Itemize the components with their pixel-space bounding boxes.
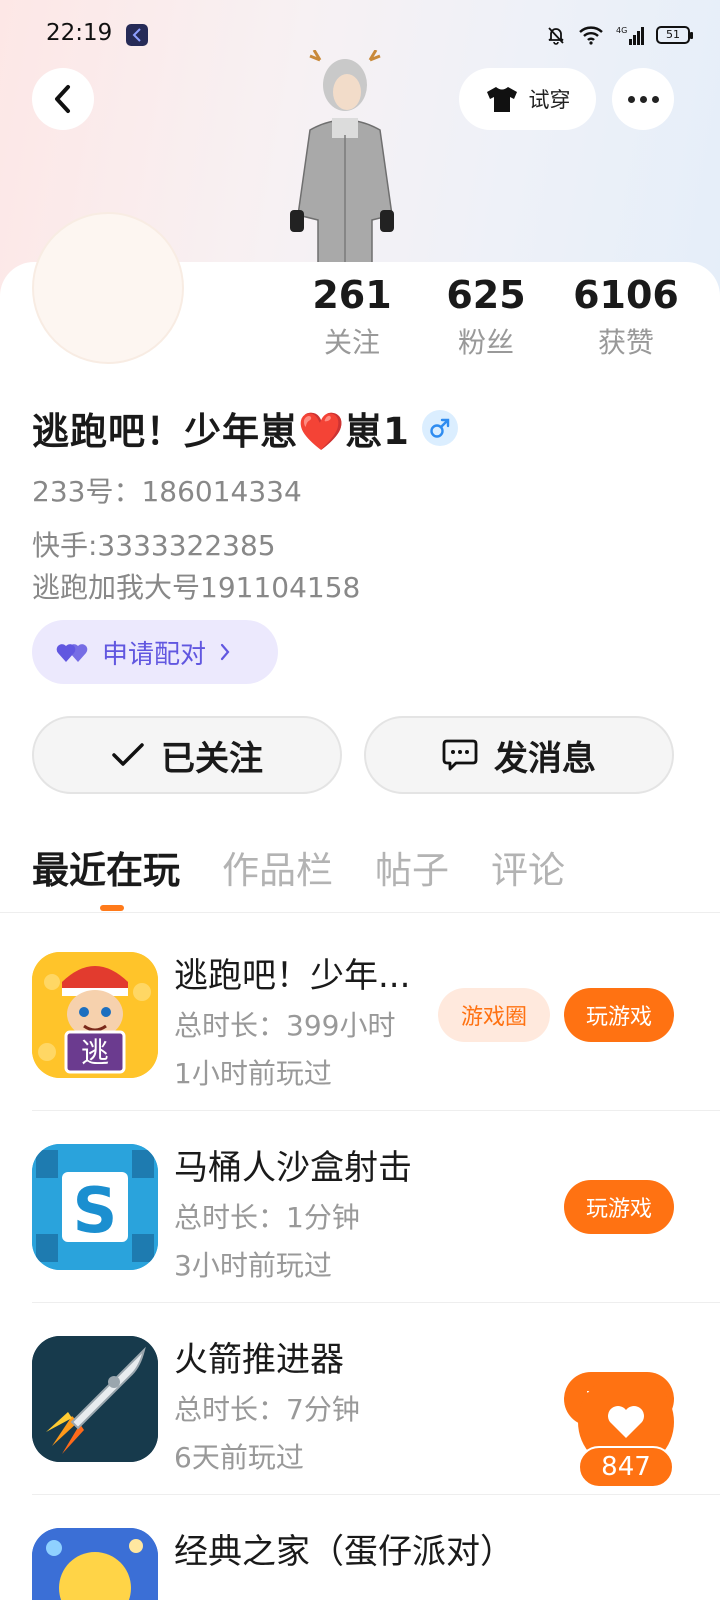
stat-followers[interactable]: 625 粉丝: [426, 272, 546, 360]
tshirt-icon: [486, 87, 517, 112]
svg-text:逃: 逃: [81, 1036, 109, 1069]
stat-value: 625: [446, 273, 526, 317]
play-game-button[interactable]: 玩游戏: [564, 1180, 674, 1234]
male-gender-icon: [421, 410, 458, 446]
stat-label: 关注: [323, 326, 380, 359]
wifi-icon: [578, 25, 604, 45]
following-button[interactable]: 已关注: [32, 716, 342, 794]
list-item[interactable]: S 马桶人沙盒射击 总时长：1分钟 3小时前玩过 玩游戏: [32, 1144, 720, 1336]
request-pair-button[interactable]: 申请配对: [32, 620, 278, 684]
following-label: 已关注: [161, 738, 263, 779]
avatar[interactable]: [32, 212, 184, 364]
signal-4g-icon: 4G: [616, 25, 644, 45]
more-dots-icon: [627, 95, 635, 103]
profile-stats: 261 关注 625 粉丝 6106 获赞: [300, 272, 690, 372]
bio-line: 逃跑加我大号191104158: [32, 571, 361, 604]
try-on-label: 试穿: [528, 88, 571, 112]
mute-bell-icon: [546, 25, 566, 45]
game-last-played: 1小时前玩过: [174, 1057, 332, 1090]
game-title: 逃跑吧！少年...: [174, 956, 411, 996]
name-row: 逃跑吧！少年崽❤️崽1: [32, 400, 458, 456]
divider: [32, 1494, 720, 1495]
game-circle-button[interactable]: 游戏圈: [438, 988, 550, 1042]
play-game-button[interactable]: 玩游戏: [564, 988, 674, 1042]
floating-like-button[interactable]: 847: [578, 1374, 674, 1490]
stat-value: 6106: [573, 273, 679, 317]
game-icon-eggy-party: [32, 1528, 158, 1600]
game-icon-rocket: [32, 1336, 158, 1462]
stat-likes[interactable]: 6106 获赞: [566, 272, 686, 360]
stat-label: 获赞: [597, 326, 654, 359]
tab-posts[interactable]: 帖子: [375, 840, 449, 894]
list-item[interactable]: 逃 逃跑吧！少年... 总时长：399小时 1小时前玩过 游戏圈 玩游戏: [32, 952, 720, 1144]
stat-following[interactable]: 261 关注: [292, 272, 412, 360]
chevron-right-icon: [220, 643, 230, 661]
avatar-3d-character[interactable]: [280, 49, 410, 266]
stat-value: 261: [312, 273, 392, 317]
tab-recently-played[interactable]: 最近在玩: [32, 840, 180, 894]
checkmark-icon: [112, 743, 144, 766]
list-item[interactable]: 经典之家（蛋仔派对）: [32, 1528, 720, 1600]
divider: [32, 1302, 720, 1303]
divider: [0, 912, 720, 913]
send-message-label: 发消息: [494, 738, 596, 779]
svg-text:S: S: [73, 1174, 118, 1247]
app-notification-icon: [126, 24, 148, 46]
back-button[interactable]: [32, 68, 94, 130]
game-icon-escape: 逃: [32, 952, 158, 1078]
profile-tabs: 最近在玩 作品栏 帖子 评论: [32, 840, 565, 894]
double-heart-icon: [56, 644, 88, 662]
game-duration: 总时长：1分钟: [174, 1201, 360, 1234]
request-pair-label: 申请配对: [102, 639, 207, 670]
game-last-played: 6天前玩过: [174, 1441, 304, 1474]
send-message-button[interactable]: 发消息: [364, 716, 674, 794]
game-title: 马桶人沙盒射击: [174, 1148, 412, 1188]
try-on-button[interactable]: 试穿: [459, 68, 596, 130]
stat-label: 粉丝: [457, 326, 514, 359]
game-duration: 总时长：399小时: [174, 1009, 396, 1042]
tab-works[interactable]: 作品栏: [222, 840, 333, 894]
svg-text:4G: 4G: [616, 26, 627, 35]
bio-line: 快手:3333322385: [32, 529, 276, 562]
more-options-button[interactable]: [612, 68, 674, 130]
chat-bubble-icon: [442, 739, 478, 771]
tab-comments[interactable]: 评论: [491, 840, 565, 894]
chevron-left-icon: [55, 85, 70, 113]
like-count: 847: [578, 1446, 674, 1488]
status-time: 22:19: [46, 20, 113, 46]
game-duration: 总时长：7分钟: [174, 1393, 360, 1426]
active-tab-indicator: [100, 905, 124, 911]
game-last-played: 3小时前玩过: [174, 1249, 332, 1282]
divider: [32, 1110, 720, 1111]
game-title: 火箭推进器: [174, 1340, 344, 1380]
game-title: 经典之家（蛋仔派对）: [174, 1532, 514, 1572]
battery-icon: 51: [656, 26, 693, 44]
game-icon-toilet-sandbox: S: [32, 1144, 158, 1270]
user-id: 233号：186014334: [32, 475, 302, 508]
user-name: 逃跑吧！少年崽❤️崽1: [32, 410, 410, 453]
